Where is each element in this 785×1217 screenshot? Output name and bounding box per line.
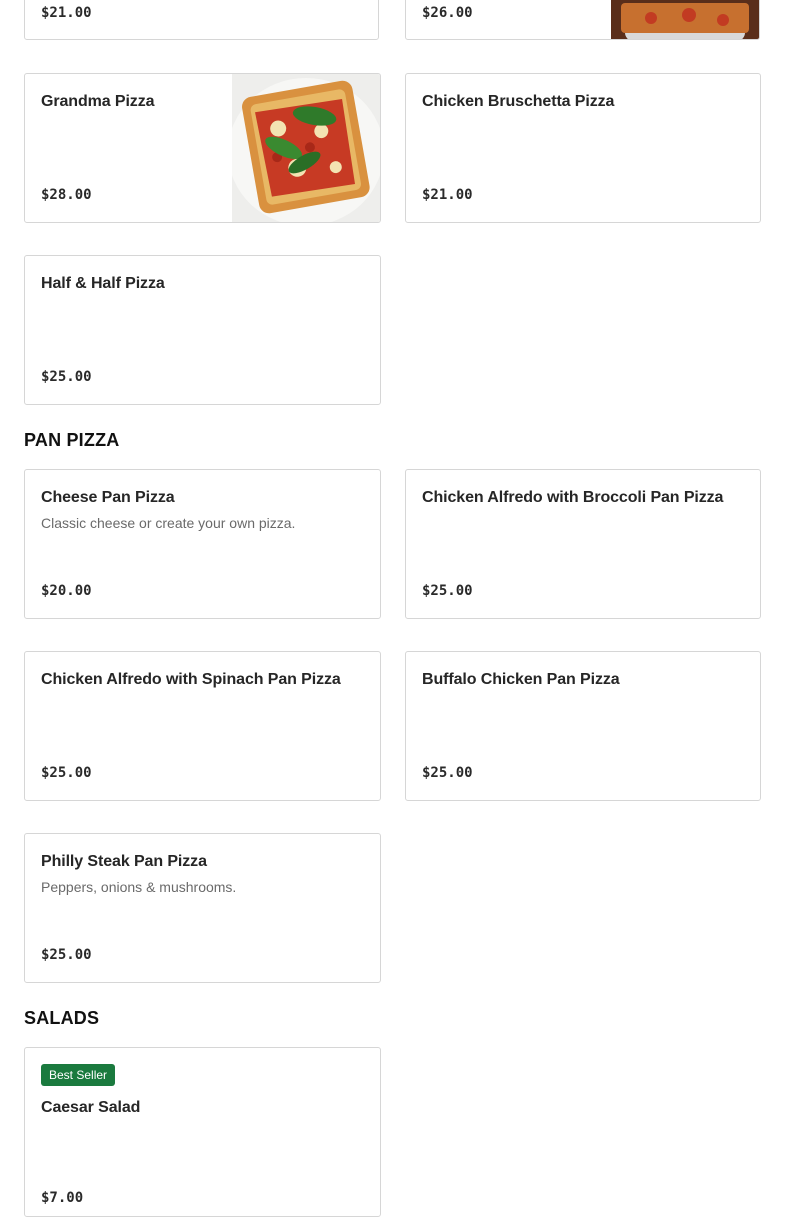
item-price: $26.00 — [422, 5, 473, 21]
item-description: Classic cheese or create your own pizza. — [41, 515, 296, 531]
item-price: $25.00 — [41, 765, 92, 781]
section-title-pan-pizza: PAN PIZZA — [24, 430, 120, 450]
item-price: $20.00 — [41, 583, 92, 599]
item-name: Chicken Alfredo with Broccoli Pan Pizza — [422, 489, 724, 506]
menu-item-card[interactable]: Chicken Bruschetta Pizza $21.00 — [405, 73, 761, 223]
menu-item-card[interactable]: Buffalo Chicken Pan Pizza $25.00 — [405, 651, 761, 801]
item-price: $25.00 — [422, 583, 473, 599]
menu-item-card[interactable]: Chicken Alfredo with Spinach Pan Pizza $… — [24, 651, 381, 801]
item-price: $7.00 — [41, 1190, 84, 1206]
item-name: Caesar Salad — [41, 1099, 141, 1116]
menu-item-card-partial-right[interactable]: $26.00 — [405, 0, 760, 40]
best-seller-badge: Best Seller — [41, 1064, 116, 1086]
item-name: Chicken Alfredo with Spinach Pan Pizza — [41, 671, 341, 688]
item-description: Peppers, onions & mushrooms. — [41, 879, 237, 895]
item-price: $25.00 — [41, 947, 92, 963]
item-price: $25.00 — [41, 369, 92, 385]
item-name: Chicken Bruschetta Pizza — [422, 93, 615, 110]
menu-item-card-partial-left[interactable]: $21.00 — [24, 0, 379, 40]
item-price: $25.00 — [422, 765, 473, 781]
menu-item-card[interactable]: Grandma Pizza $28.00 — [24, 73, 381, 223]
item-price: $21.00 — [422, 187, 473, 203]
item-price: $28.00 — [41, 187, 92, 203]
item-name: Buffalo Chicken Pan Pizza — [422, 671, 620, 688]
pizza-photo — [611, 0, 759, 39]
section-title-salads: SALADS — [24, 1008, 100, 1028]
grandma-pizza-photo — [232, 74, 380, 222]
item-name: Half & Half Pizza — [41, 275, 165, 292]
item-name: Philly Steak Pan Pizza — [41, 853, 207, 870]
menu-item-card[interactable]: Best Seller Caesar Salad $7.00 — [24, 1047, 381, 1217]
item-name: Grandma Pizza — [41, 93, 155, 110]
item-name: Cheese Pan Pizza — [41, 489, 175, 506]
menu-item-card[interactable]: Half & Half Pizza $25.00 — [24, 255, 381, 405]
item-price: $21.00 — [41, 5, 92, 21]
menu-item-card[interactable]: Philly Steak Pan Pizza Peppers, onions &… — [24, 833, 381, 983]
menu-item-card[interactable]: Cheese Pan Pizza Classic cheese or creat… — [24, 469, 381, 619]
menu-item-card[interactable]: Chicken Alfredo with Broccoli Pan Pizza … — [405, 469, 761, 619]
